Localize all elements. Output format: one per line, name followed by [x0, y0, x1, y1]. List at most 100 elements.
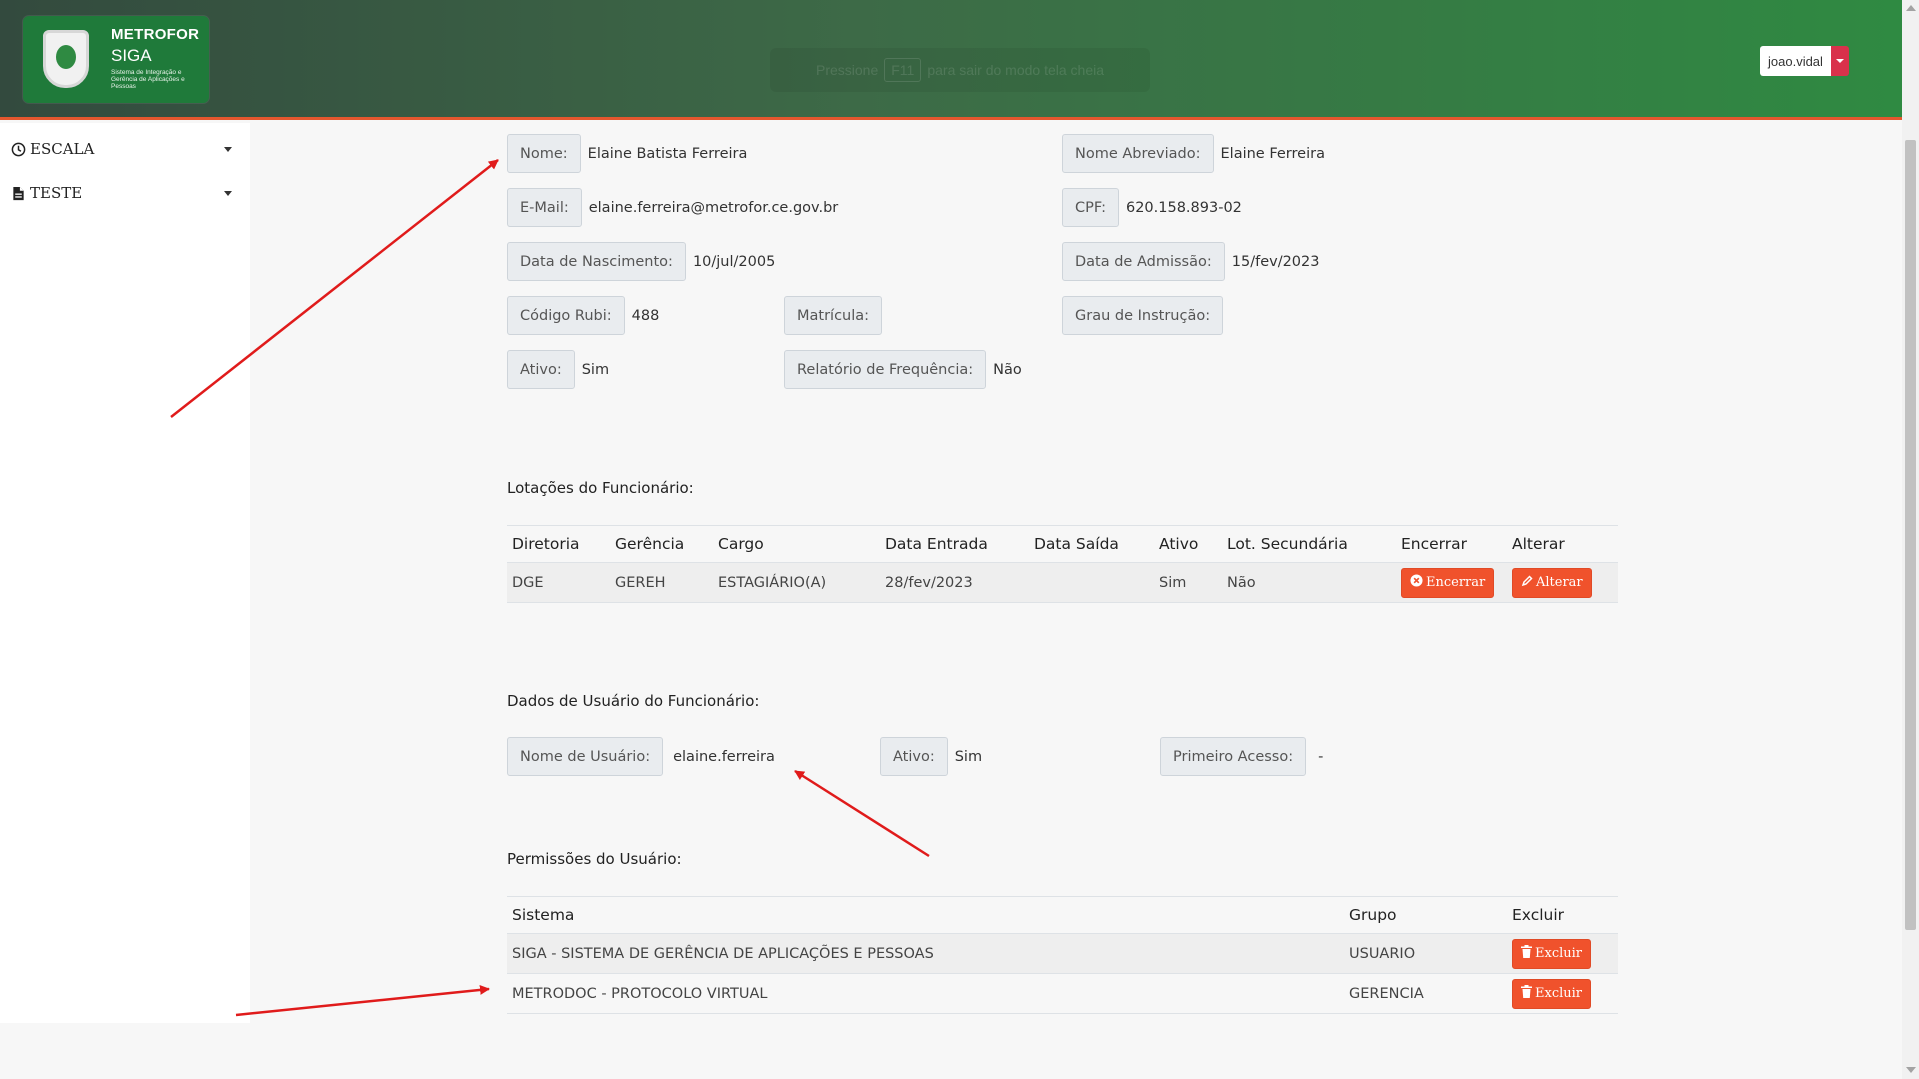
cell-encerrar: Encerrar — [1396, 562, 1507, 603]
cell-grupo: GERENCIA — [1344, 973, 1507, 1014]
ativo-value: Sim — [581, 361, 610, 378]
lotacoes-table: Diretoria Gerência Cargo Data Entrada Da… — [507, 525, 1618, 603]
cell-diretoria: DGE — [507, 562, 610, 603]
field-primeiro-acesso: Primeiro Acesso: - — [1160, 737, 1323, 776]
cell-ativo: Sim — [1154, 562, 1222, 603]
cell-lot-secundaria: Não — [1222, 562, 1396, 603]
email-label: E-Mail: — [507, 188, 582, 227]
excluir-label: Excluir — [1535, 986, 1583, 1001]
trash-icon — [1521, 985, 1532, 1002]
table-row: DGE GEREH ESTAGIÁRIO(A) 28/fev/2023 Sim … — [507, 562, 1618, 603]
user-menu[interactable]: joao.vidal — [1760, 46, 1849, 76]
permissoes-header-row: Sistema Grupo Excluir — [507, 896, 1618, 934]
excluir-button[interactable]: Excluir — [1512, 978, 1592, 1009]
col-excluir: Excluir — [1507, 896, 1618, 934]
col-data-saida: Data Saída — [1029, 525, 1154, 563]
sidebar-item-teste[interactable]: TESTE — [10, 181, 232, 205]
grau-instrucao-label: Grau de Instrução: — [1062, 296, 1224, 335]
field-data-nascimento: Data de Nascimento: 10/jul/2005 — [507, 242, 775, 281]
close-circle-icon — [1410, 574, 1423, 591]
vertical-scrollbar[interactable] — [1902, 0, 1919, 1079]
usuario-title: Dados de Usuário do Funcionário: — [507, 692, 760, 710]
cell-sistema: METRODOC - PROTOCOLO VIRTUAL — [507, 973, 1344, 1014]
data-admissao-value: 15/fev/2023 — [1231, 253, 1320, 270]
cell-excluir: Excluir — [1507, 973, 1618, 1014]
table-row: METRODOC - PROTOCOLO VIRTUAL GERENCIA Ex… — [507, 973, 1618, 1014]
relatorio-frequencia-value: Não — [993, 361, 1022, 378]
excluir-label: Excluir — [1535, 946, 1583, 961]
encerrar-label: Encerrar — [1426, 575, 1486, 590]
nome-value: Elaine Batista Ferreira — [587, 145, 748, 162]
field-relatorio-frequencia: Relatório de Frequência: Não — [784, 350, 1022, 389]
annotation-arrow-nome-usuario — [794, 769, 930, 858]
scroll-up-arrow-icon[interactable] — [1906, 5, 1916, 11]
user-menu-toggle[interactable] — [1830, 46, 1849, 76]
matricula-label: Matrícula: — [784, 296, 883, 335]
primeiro-acesso-label: Primeiro Acesso: — [1160, 737, 1307, 776]
field-nome: Nome: Elaine Batista Ferreira — [507, 134, 747, 173]
fullscreen-hint-after: para sair do modo tela cheia — [927, 62, 1105, 78]
user-name-button[interactable]: joao.vidal — [1760, 46, 1831, 76]
cell-data-entrada: 28/fev/2023 — [880, 562, 1029, 603]
data-admissao-label: Data de Admissão: — [1062, 242, 1225, 281]
fullscreen-hint-before: Pressione — [815, 62, 879, 78]
data-nascimento-label: Data de Nascimento: — [507, 242, 686, 281]
scroll-thumb[interactable] — [1905, 140, 1916, 930]
nome-usuario-label: Nome de Usuário: — [507, 737, 664, 776]
chevron-down-icon — [1835, 59, 1844, 63]
pencil-icon — [1521, 574, 1533, 591]
caret-down-icon — [224, 147, 232, 152]
sidebar-item-label: TESTE — [30, 184, 83, 202]
lotacoes-title: Lotações do Funcionário: — [507, 479, 694, 497]
alterar-button[interactable]: Alterar — [1512, 567, 1592, 598]
usuario-ativo-label: Ativo: — [880, 737, 948, 776]
data-nascimento-value: 10/jul/2005 — [692, 253, 776, 270]
document-icon — [10, 185, 26, 201]
field-usuario-ativo: Ativo: Sim — [880, 737, 982, 776]
clock-icon — [10, 141, 26, 157]
logo-title: METROFOR — [111, 26, 200, 43]
field-nome-usuario: Nome de Usuário: elaine.ferreira — [507, 737, 775, 776]
sidebar-item-escala[interactable]: ESCALA — [10, 137, 232, 161]
lotacoes-header-row: Diretoria Gerência Cargo Data Entrada Da… — [507, 525, 1618, 563]
ativo-label: Ativo: — [507, 350, 575, 389]
usuario-ativo-value: Sim — [954, 748, 983, 765]
cpf-label: CPF: — [1062, 188, 1119, 227]
permissoes-table: Sistema Grupo Excluir SIGA - SISTEMA DE … — [507, 896, 1618, 1014]
col-ativo: Ativo — [1154, 525, 1222, 563]
nome-abreviado-label: Nome Abreviado: — [1062, 134, 1214, 173]
nome-label: Nome: — [507, 134, 581, 173]
col-encerrar: Encerrar — [1396, 525, 1507, 563]
metrofor-siga-logo[interactable]: METROFOR SIGA Sistema de Integração e Ge… — [23, 16, 209, 103]
field-email: E-Mail: elaine.ferreira@metrofor.ce.gov.… — [507, 188, 838, 227]
encerrar-button[interactable]: Encerrar — [1401, 567, 1495, 598]
field-cpf: CPF: 620.158.893-02 — [1062, 188, 1242, 227]
scroll-down-arrow-icon[interactable] — [1906, 1067, 1916, 1073]
permissoes-title: Permissões do Usuário: — [507, 850, 682, 868]
caret-down-icon — [224, 191, 232, 196]
excluir-button[interactable]: Excluir — [1512, 938, 1592, 969]
sidebar: ESCALA TESTE — [0, 123, 250, 1023]
cell-data-saida — [1029, 562, 1154, 603]
codigo-rubi-value: 488 — [631, 307, 660, 324]
field-nome-abreviado: Nome Abreviado: Elaine Ferreira — [1062, 134, 1325, 173]
col-gerencia: Gerência — [610, 525, 713, 563]
table-row: SIGA - SISTEMA DE GERÊNCIA DE APLICAÇÕES… — [507, 933, 1618, 974]
field-data-admissao: Data de Admissão: 15/fev/2023 — [1062, 242, 1319, 281]
fullscreen-hint-key: F11 — [884, 58, 922, 82]
field-codigo-rubi: Código Rubi: 488 — [507, 296, 659, 335]
cell-gerencia: GEREH — [610, 562, 713, 603]
alterar-label: Alterar — [1536, 575, 1583, 590]
cell-cargo: ESTAGIÁRIO(A) — [713, 562, 880, 603]
relatorio-frequencia-label: Relatório de Frequência: — [784, 350, 987, 389]
cell-excluir: Excluir — [1507, 933, 1618, 974]
col-sistema: Sistema — [507, 896, 1344, 934]
primeiro-acesso-value: - — [1318, 748, 1324, 765]
col-diretoria: Diretoria — [507, 525, 610, 563]
col-cargo: Cargo — [713, 525, 880, 563]
trash-icon — [1521, 945, 1532, 962]
col-lot-secundaria: Lot. Secundária — [1222, 525, 1396, 563]
nome-abreviado-value: Elaine Ferreira — [1220, 145, 1325, 162]
sidebar-item-label: ESCALA — [30, 140, 95, 158]
cell-sistema: SIGA - SISTEMA DE GERÊNCIA DE APLICAÇÕES… — [507, 933, 1344, 974]
